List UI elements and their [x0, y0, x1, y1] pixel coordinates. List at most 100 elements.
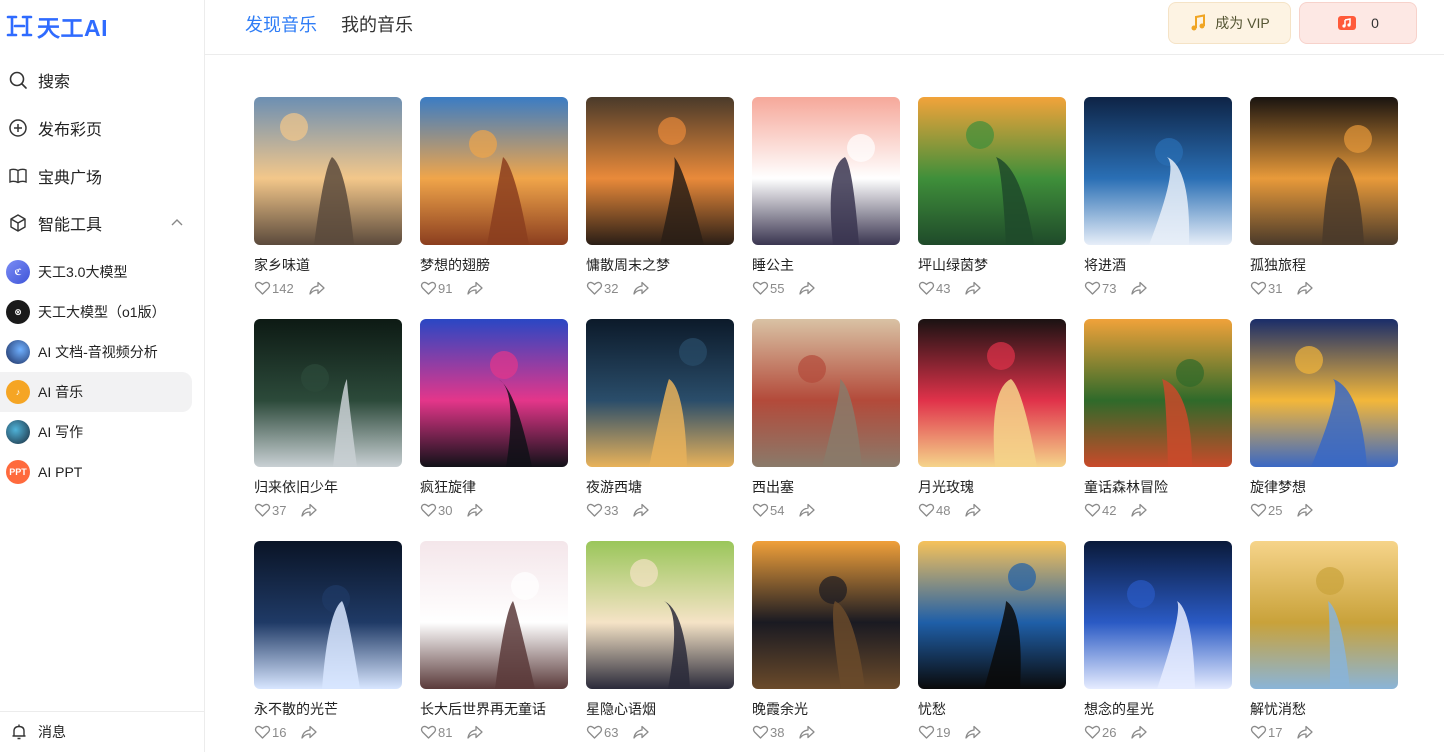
- song-card[interactable]: 解忧消愁 17: [1250, 541, 1398, 751]
- song-title[interactable]: 归来依旧少年: [254, 478, 402, 496]
- song-cover-image[interactable]: [586, 97, 734, 245]
- song-cover-image[interactable]: [918, 541, 1066, 689]
- share-icon[interactable]: [964, 724, 982, 740]
- song-card[interactable]: 慵散周末之梦 32: [586, 97, 734, 307]
- song-title[interactable]: 晚霞余光: [752, 700, 900, 718]
- song-cover-image[interactable]: [254, 97, 402, 245]
- song-title[interactable]: 长大后世界再无童话: [420, 700, 568, 718]
- song-card[interactable]: 家乡味道 142: [254, 97, 402, 307]
- song-title[interactable]: 解忧消愁: [1250, 700, 1398, 718]
- song-card[interactable]: 疯狂旋律 30: [420, 319, 568, 529]
- song-cover-image[interactable]: [420, 97, 568, 245]
- nav-search[interactable]: 搜索: [6, 60, 192, 100]
- song-title[interactable]: 永不散的光芒: [254, 700, 402, 718]
- heart-icon[interactable]: [1084, 724, 1101, 740]
- song-title[interactable]: 西出塞: [752, 478, 900, 496]
- song-cover-image[interactable]: [918, 319, 1066, 467]
- tool-ai-ppt[interactable]: PPT AI PPT: [0, 452, 192, 492]
- song-title[interactable]: 坪山绿茵梦: [918, 256, 1066, 274]
- share-icon[interactable]: [632, 724, 650, 740]
- tab-discover-music[interactable]: 发现音乐: [245, 11, 317, 37]
- tool-ai-music[interactable]: ♪ AI 音乐: [0, 372, 192, 412]
- song-card[interactable]: 晚霞余光 38: [752, 541, 900, 751]
- song-title[interactable]: 忧愁: [918, 700, 1066, 718]
- heart-icon[interactable]: [1084, 502, 1101, 518]
- share-icon[interactable]: [466, 502, 484, 518]
- song-title[interactable]: 家乡味道: [254, 256, 402, 274]
- heart-icon[interactable]: [918, 724, 935, 740]
- tool-tiangong-o1[interactable]: ⊗ 天工大模型（o1版）: [0, 292, 192, 332]
- tab-my-music[interactable]: 我的音乐: [341, 11, 413, 37]
- share-icon[interactable]: [632, 502, 650, 518]
- heart-icon[interactable]: [586, 502, 603, 518]
- song-card[interactable]: 孤独旅程 31: [1250, 97, 1398, 307]
- song-title[interactable]: 睡公主: [752, 256, 900, 274]
- song-title[interactable]: 夜游西塘: [586, 478, 734, 496]
- share-icon[interactable]: [964, 280, 982, 296]
- song-card[interactable]: 西出塞 54: [752, 319, 900, 529]
- song-cover-image[interactable]: [1084, 319, 1232, 467]
- song-cover-image[interactable]: [420, 319, 568, 467]
- song-cover-image[interactable]: [752, 319, 900, 467]
- song-card[interactable]: 坪山绿茵梦 43: [918, 97, 1066, 307]
- heart-icon[interactable]: [752, 724, 769, 740]
- song-cover-image[interactable]: [1250, 319, 1398, 467]
- song-card[interactable]: 夜游西塘 33: [586, 319, 734, 529]
- share-icon[interactable]: [1130, 502, 1148, 518]
- heart-icon[interactable]: [1084, 280, 1101, 296]
- share-icon[interactable]: [1296, 280, 1314, 296]
- song-card[interactable]: 梦想的翅膀 91: [420, 97, 568, 307]
- nav-guide-square[interactable]: 宝典广场: [6, 156, 192, 196]
- heart-icon[interactable]: [752, 502, 769, 518]
- heart-icon[interactable]: [1250, 502, 1267, 518]
- song-cover-image[interactable]: [752, 541, 900, 689]
- song-card[interactable]: 永不散的光芒 16: [254, 541, 402, 751]
- heart-icon[interactable]: [254, 724, 271, 740]
- tool-doc-av-analysis[interactable]: AI 文档-音视频分析: [0, 332, 192, 372]
- coin-balance-button[interactable]: 0: [1299, 2, 1417, 44]
- share-icon[interactable]: [308, 280, 325, 296]
- heart-icon[interactable]: [420, 724, 437, 740]
- song-title[interactable]: 疯狂旋律: [420, 478, 568, 496]
- share-icon[interactable]: [1296, 724, 1314, 740]
- share-icon[interactable]: [798, 724, 816, 740]
- heart-icon[interactable]: [586, 724, 603, 740]
- share-icon[interactable]: [964, 502, 982, 518]
- song-card[interactable]: 星隐心语烟 63: [586, 541, 734, 751]
- song-cover-image[interactable]: [586, 541, 734, 689]
- song-cover-image[interactable]: [420, 541, 568, 689]
- song-title[interactable]: 将进酒: [1084, 256, 1232, 274]
- song-card[interactable]: 忧愁 19: [918, 541, 1066, 751]
- tool-tiangong-3[interactable]: ℭ 天工3.0大模型: [0, 252, 192, 292]
- song-cover-image[interactable]: [586, 319, 734, 467]
- song-cover-image[interactable]: [254, 541, 402, 689]
- share-icon[interactable]: [1130, 280, 1148, 296]
- logo[interactable]: 天工AI: [6, 12, 108, 41]
- heart-icon[interactable]: [918, 502, 935, 518]
- share-icon[interactable]: [798, 280, 816, 296]
- song-cover-image[interactable]: [1084, 541, 1232, 689]
- nav-smart-tools[interactable]: 智能工具: [6, 203, 192, 243]
- heart-icon[interactable]: [254, 280, 271, 296]
- heart-icon[interactable]: [752, 280, 769, 296]
- share-icon[interactable]: [798, 502, 816, 518]
- share-icon[interactable]: [1296, 502, 1314, 518]
- chevron-up-icon[interactable]: [170, 216, 184, 230]
- share-icon[interactable]: [466, 280, 484, 296]
- heart-icon[interactable]: [586, 280, 603, 296]
- song-title[interactable]: 星隐心语烟: [586, 700, 734, 718]
- share-icon[interactable]: [300, 724, 318, 740]
- heart-icon[interactable]: [420, 502, 437, 518]
- song-title[interactable]: 想念的星光: [1084, 700, 1232, 718]
- song-cover-image[interactable]: [1084, 97, 1232, 245]
- song-card[interactable]: 归来依旧少年 37: [254, 319, 402, 529]
- heart-icon[interactable]: [918, 280, 935, 296]
- tool-ai-writing[interactable]: AI 写作: [0, 412, 192, 452]
- song-title[interactable]: 孤独旅程: [1250, 256, 1398, 274]
- song-card[interactable]: 想念的星光 26: [1084, 541, 1232, 751]
- song-card[interactable]: 睡公主 55: [752, 97, 900, 307]
- song-cover-image[interactable]: [1250, 541, 1398, 689]
- share-icon[interactable]: [632, 280, 650, 296]
- song-card[interactable]: 旋律梦想 25: [1250, 319, 1398, 529]
- song-title[interactable]: 慵散周末之梦: [586, 256, 734, 274]
